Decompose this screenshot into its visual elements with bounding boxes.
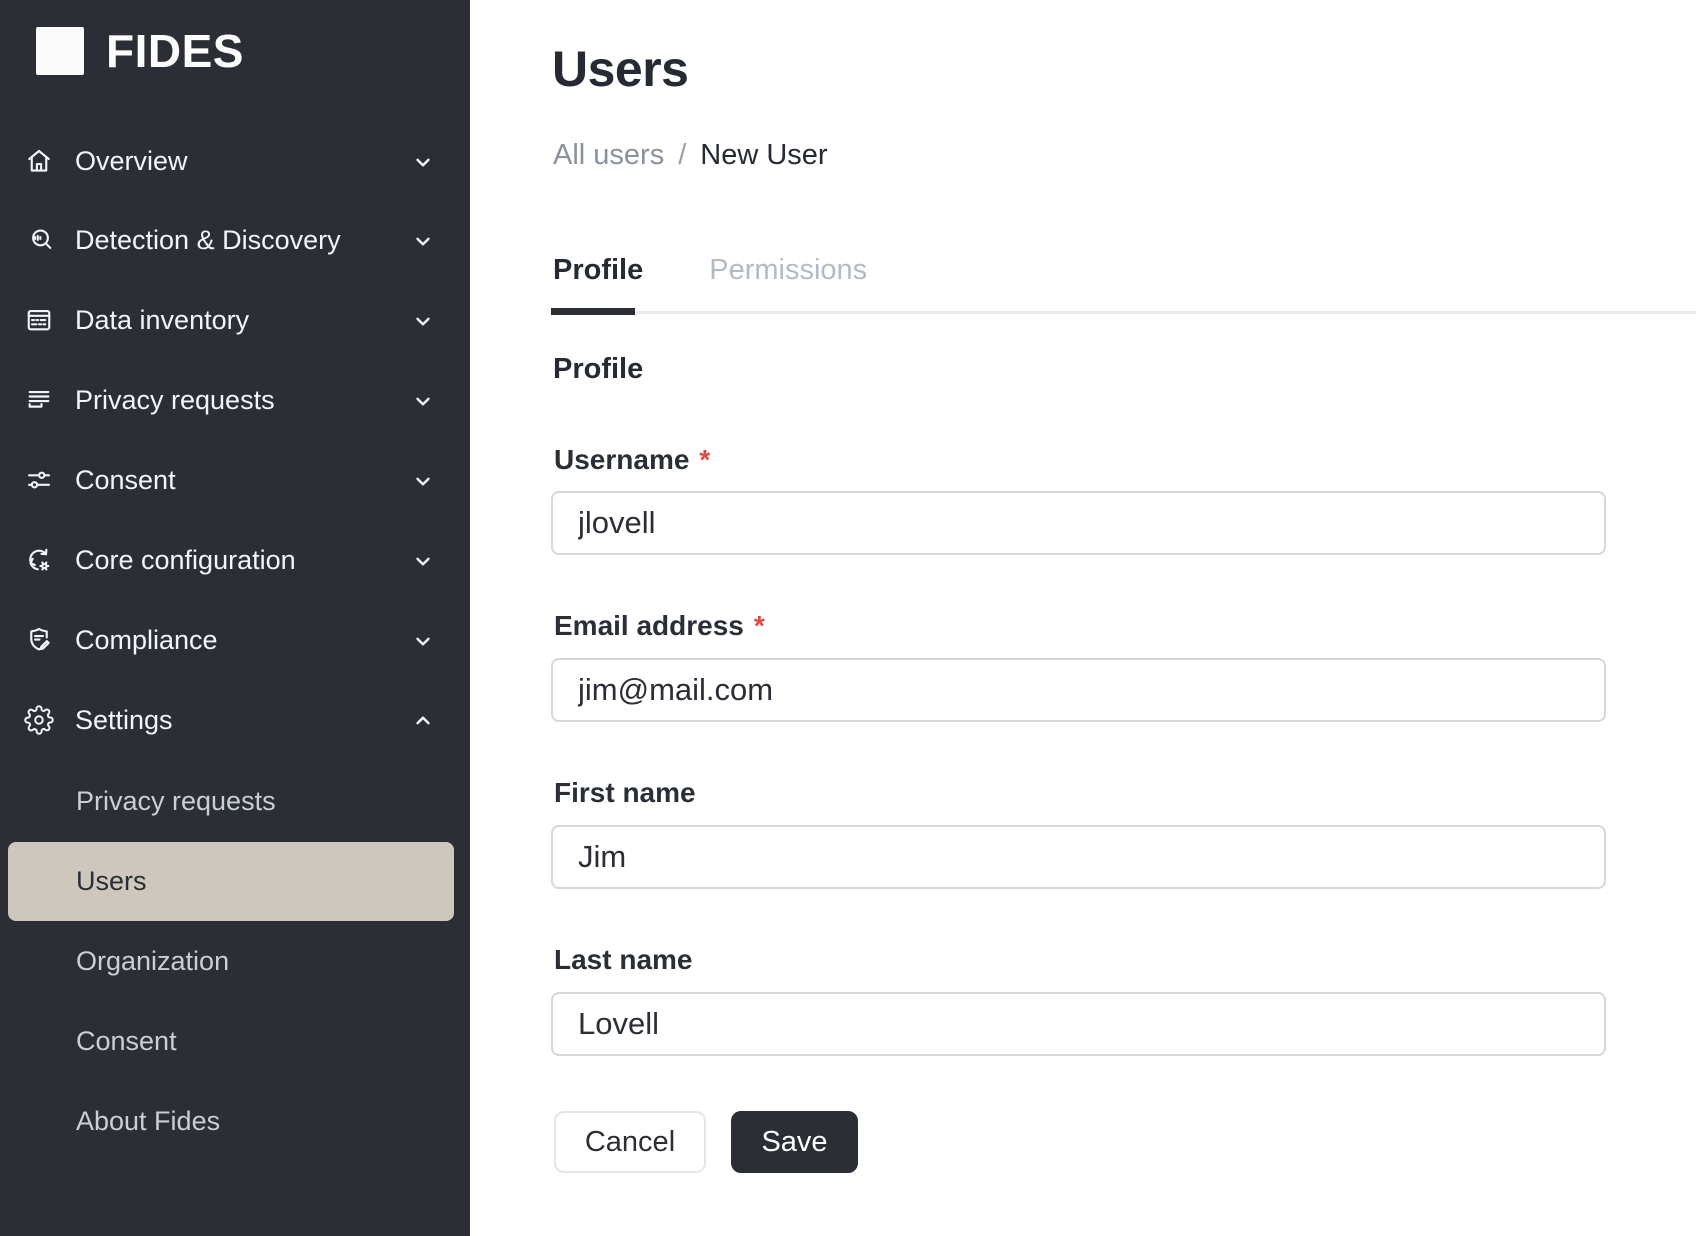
sidebar-item-label: Data inventory — [75, 281, 249, 360]
email-field[interactable] — [551, 658, 1606, 722]
search-discovery-icon — [24, 225, 54, 255]
sidebar-item-label: Settings — [75, 681, 173, 760]
main-content: Users All users / New User Profile Permi… — [470, 0, 1696, 1236]
sidebar-item-label: Compliance — [75, 601, 218, 680]
sidebar-subitem-users[interactable]: Users — [8, 842, 454, 921]
breadcrumb-current: New User — [700, 139, 827, 172]
table-icon — [24, 305, 54, 335]
fides-app-window: FIDES Overview Detection & Discovery — [0, 0, 1696, 1236]
sidebar-item-compliance[interactable]: Compliance — [0, 601, 470, 680]
tab-bar: Profile Permissions — [553, 254, 867, 287]
sidebar: FIDES Overview Detection & Discovery — [0, 0, 470, 1236]
sidebar-item-overview[interactable]: Overview — [0, 122, 470, 201]
form-actions: Cancel Save — [554, 1111, 858, 1173]
first-name-label: First name — [554, 777, 696, 809]
sidebar-item-label: Detection & Discovery — [75, 201, 341, 280]
sidebar-item-label: Privacy requests — [75, 361, 275, 440]
tab-permissions[interactable]: Permissions — [709, 254, 867, 287]
tab-profile[interactable]: Profile — [553, 254, 643, 287]
page-title: Users — [552, 40, 689, 98]
email-label: Email address * — [554, 610, 765, 642]
chevron-down-icon — [410, 628, 436, 654]
cancel-button[interactable]: Cancel — [554, 1111, 706, 1173]
shield-edit-icon — [24, 625, 54, 655]
gear-icon — [24, 705, 54, 735]
sidebar-subitem-about-fides[interactable]: About Fides — [8, 1082, 454, 1161]
required-asterisk: * — [754, 610, 765, 642]
home-icon — [24, 146, 54, 176]
sidebar-subitem-organization[interactable]: Organization — [8, 922, 454, 1001]
sidebar-item-privacy-requests[interactable]: Privacy requests — [0, 361, 470, 440]
sidebar-item-label: Consent — [75, 441, 176, 520]
sidebar-item-settings[interactable]: Settings — [0, 681, 470, 760]
sidebar-item-label: Core configuration — [75, 521, 296, 600]
profile-section-title: Profile — [553, 353, 643, 386]
first-name-field[interactable] — [551, 825, 1606, 889]
chevron-down-icon — [410, 228, 436, 254]
sidebar-subitem-privacy-requests[interactable]: Privacy requests — [8, 762, 454, 841]
fides-logo-mark — [36, 27, 84, 75]
active-tab-indicator — [551, 308, 635, 315]
sidebar-item-detection-discovery[interactable]: Detection & Discovery — [0, 201, 470, 280]
sidebar-item-core-configuration[interactable]: Core configuration — [0, 521, 470, 600]
breadcrumb: All users / New User — [553, 139, 828, 172]
fides-logo-text: FIDES — [106, 24, 244, 78]
sidebar-item-label: Overview — [75, 122, 188, 201]
chevron-down-icon — [410, 468, 436, 494]
sidebar-subitem-consent[interactable]: Consent — [8, 1002, 454, 1081]
username-field[interactable] — [551, 491, 1606, 555]
chevron-down-icon — [410, 388, 436, 414]
chevron-down-icon — [410, 548, 436, 574]
sync-gear-icon — [24, 545, 54, 575]
last-name-label: Last name — [554, 944, 693, 976]
sidebar-item-data-inventory[interactable]: Data inventory — [0, 281, 470, 360]
chevron-up-icon — [410, 708, 436, 734]
required-asterisk: * — [699, 444, 710, 476]
breadcrumb-separator: / — [678, 139, 686, 172]
chevron-down-icon — [410, 308, 436, 334]
sliders-icon — [24, 465, 54, 495]
list-icon — [24, 385, 54, 415]
sidebar-item-consent[interactable]: Consent — [0, 441, 470, 520]
fides-logo[interactable]: FIDES — [36, 24, 244, 78]
breadcrumb-all-users-link[interactable]: All users — [553, 139, 664, 172]
tab-divider — [551, 311, 1696, 314]
save-button[interactable]: Save — [731, 1111, 858, 1173]
username-label: Username * — [554, 444, 710, 476]
last-name-field[interactable] — [551, 992, 1606, 1056]
chevron-down-icon — [410, 149, 436, 175]
